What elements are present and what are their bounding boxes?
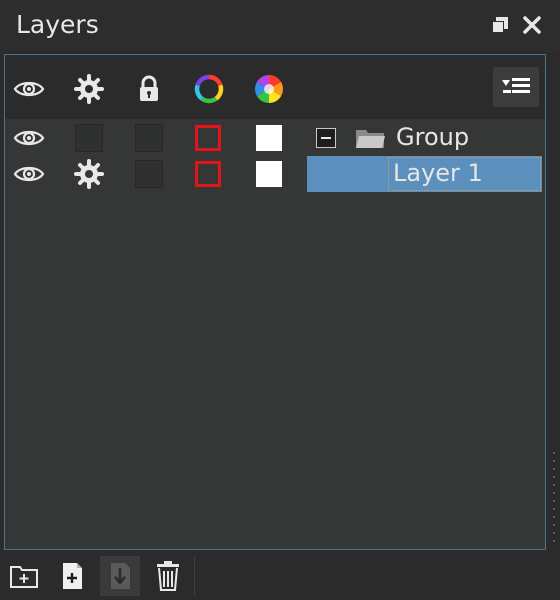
lock-icon[interactable]	[133, 73, 165, 105]
layers-footer-toolbar	[0, 552, 560, 598]
color-swatch[interactable]	[256, 161, 282, 187]
new-layer-icon	[63, 563, 82, 589]
gear-icon[interactable]	[73, 158, 105, 190]
layers-panel: Group Layer 1	[4, 54, 546, 550]
lock-toggle-empty[interactable]	[135, 160, 163, 188]
delete-layer-button[interactable]	[148, 556, 188, 596]
new-group-icon	[10, 566, 38, 588]
layer-row-layer-1[interactable]: Layer 1	[5, 156, 545, 192]
layer-row-group[interactable]: Group	[5, 120, 545, 156]
folder-icon	[356, 130, 385, 148]
eye-icon[interactable]	[13, 73, 45, 105]
color-wheel-icon[interactable]	[253, 73, 285, 105]
trash-icon	[157, 561, 179, 591]
gear-icon[interactable]	[73, 73, 105, 105]
panel-titlebar: Layers	[0, 0, 560, 52]
panel-title: Layers	[16, 10, 99, 39]
layer-name: Layer 1	[393, 159, 483, 187]
merge-down-icon	[111, 563, 130, 589]
float-window-icon[interactable]	[491, 16, 509, 34]
color-ring-icon[interactable]	[193, 73, 225, 105]
new-layer-button[interactable]	[52, 556, 92, 596]
layer-options-menu-button[interactable]	[493, 67, 539, 107]
layer-options-menu-icon	[502, 78, 530, 93]
close-icon[interactable]	[520, 13, 544, 37]
resize-grip-icon[interactable]	[552, 450, 558, 546]
lock-toggle-empty[interactable]	[135, 124, 163, 152]
toolbar-divider	[194, 556, 195, 596]
layer-name: Group	[396, 123, 470, 151]
new-group-button[interactable]	[4, 556, 44, 596]
settings-toggle-empty[interactable]	[75, 124, 103, 152]
color-swatch[interactable]	[256, 125, 282, 151]
color-indicator[interactable]	[195, 125, 221, 151]
merge-down-button[interactable]	[100, 556, 140, 596]
eye-icon[interactable]	[13, 124, 45, 152]
layers-header	[5, 55, 545, 119]
collapse-toggle-icon[interactable]	[316, 128, 336, 148]
eye-icon[interactable]	[13, 160, 45, 188]
color-indicator[interactable]	[195, 161, 221, 187]
